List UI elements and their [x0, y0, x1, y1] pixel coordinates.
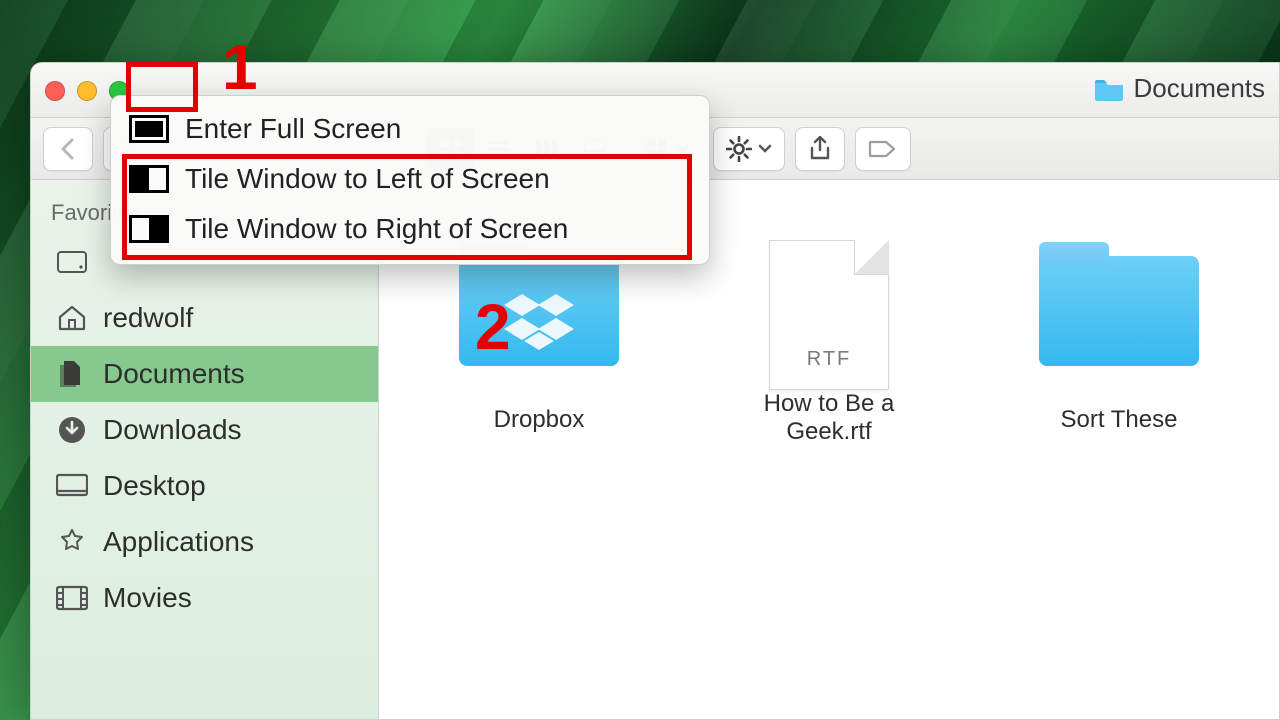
sidebar-item-downloads[interactable]: Downloads: [31, 402, 378, 458]
sidebar-item-movies[interactable]: Movies: [31, 570, 378, 626]
annotation-box-1: [126, 62, 198, 112]
window-title: Documents: [1094, 73, 1266, 104]
annotation-number-2: 2: [475, 290, 511, 364]
close-button[interactable]: [45, 81, 65, 101]
desktop-icon: [55, 469, 89, 503]
share-button[interactable]: [795, 127, 845, 171]
chevron-down-icon: [758, 144, 772, 154]
sidebar-item-desktop[interactable]: Desktop: [31, 458, 378, 514]
file-item[interactable]: RTF How to Be a Geek.rtf: [729, 240, 929, 446]
share-icon: [809, 136, 831, 162]
chevron-left-icon: [60, 138, 76, 160]
sidebar-item-label: Documents: [103, 358, 245, 390]
file-item[interactable]: Dropbox: [439, 240, 639, 446]
file-name: Sort These: [1019, 406, 1219, 434]
home-icon: [55, 301, 89, 335]
window-title-text: Documents: [1134, 73, 1266, 104]
tag-icon: [868, 138, 898, 160]
annotation-number-1: 1: [222, 30, 258, 104]
sidebar-item-documents[interactable]: Documents: [31, 346, 378, 402]
file-name: Dropbox: [439, 406, 639, 434]
annotation-box-2: [122, 154, 692, 260]
file-item[interactable]: Sort These: [1019, 240, 1219, 446]
sidebar-item-label: redwolf: [103, 302, 193, 334]
sidebar-item-applications[interactable]: Applications: [31, 514, 378, 570]
sidebar-item-label: Applications: [103, 526, 254, 558]
menu-item-label: Enter Full Screen: [185, 113, 401, 145]
menu-item-enter-fullscreen[interactable]: Enter Full Screen: [115, 104, 705, 154]
back-button[interactable]: [43, 127, 93, 171]
folder-icon: [1039, 256, 1199, 386]
downloads-icon: [55, 413, 89, 447]
tags-button[interactable]: [855, 127, 911, 171]
sidebar-item-label: Desktop: [103, 470, 206, 502]
file-name: How to Be a Geek.rtf: [729, 390, 929, 446]
fullscreen-icon: [129, 114, 169, 144]
action-button[interactable]: [713, 127, 785, 171]
document-icon: RTF: [749, 240, 909, 370]
applications-icon: [55, 525, 89, 559]
movies-icon: [55, 581, 89, 615]
dropbox-icon: [504, 294, 574, 354]
disk-icon: [55, 245, 89, 279]
sidebar-item-label: Movies: [103, 582, 192, 614]
file-badge: RTF: [770, 348, 888, 371]
gear-icon: [726, 136, 752, 162]
folder-icon: [1094, 76, 1124, 102]
minimize-button[interactable]: [77, 81, 97, 101]
desktop-background: Documents: [0, 0, 1280, 720]
sidebar-item-home[interactable]: redwolf: [31, 290, 378, 346]
documents-icon: [55, 357, 89, 391]
sidebar-item-label: Downloads: [103, 414, 242, 446]
